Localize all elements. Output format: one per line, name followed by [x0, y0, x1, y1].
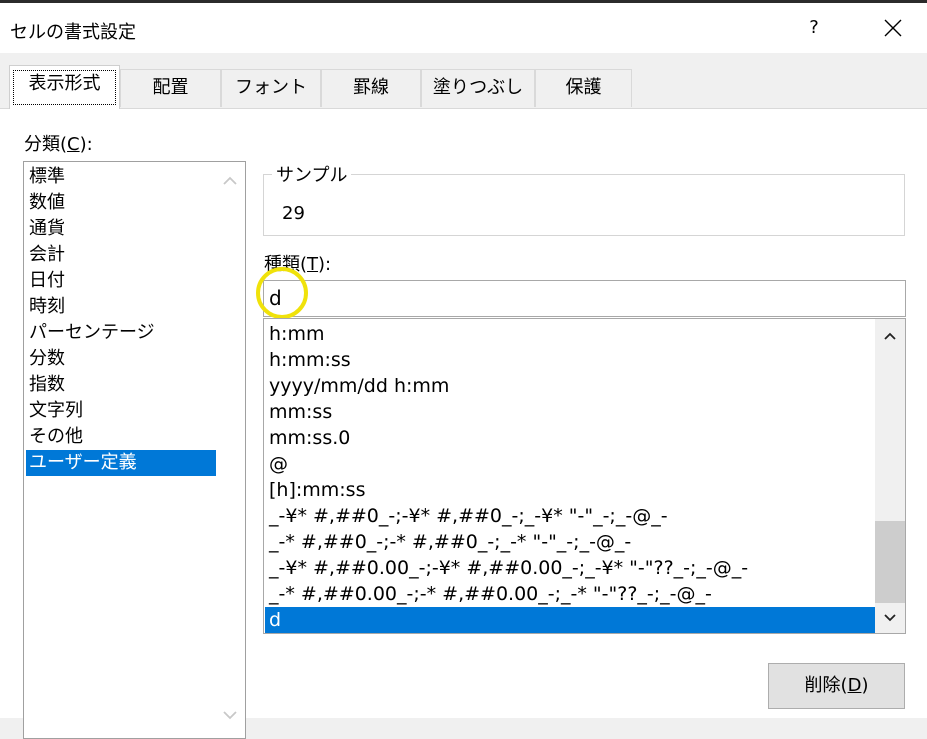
format-item[interactable]: [h]:mm:ss — [265, 477, 875, 503]
format-item[interactable]: @ — [265, 451, 875, 477]
format-item[interactable]: _-¥* #,##0.00_-;-¥* #,##0.00_-;_-¥* "-"?… — [265, 555, 875, 581]
category-item-currency[interactable]: 通貨 — [26, 216, 216, 242]
scroll-up-icon[interactable] — [883, 331, 897, 341]
tab-bar: 表示形式 配置 フォント 罫線 塗りつぶし 保護 — [0, 53, 927, 109]
tab-label: フォント — [235, 77, 307, 98]
format-item[interactable]: yyyy/mm/dd h:mm — [265, 373, 875, 399]
category-item-special[interactable]: その他 — [26, 424, 216, 450]
category-item-date[interactable]: 日付 — [26, 268, 216, 294]
format-item-selected[interactable]: d — [265, 607, 875, 633]
category-item-fraction[interactable]: 分数 — [26, 346, 216, 372]
format-item[interactable]: mm:ss — [265, 399, 875, 425]
tab-label: 罫線 — [353, 77, 389, 98]
category-item-percentage[interactable]: パーセンテージ — [26, 320, 216, 346]
category-list[interactable]: 標準 数値 通貨 会計 日付 時刻 パーセンテージ 分数 指数 文字列 その他 … — [23, 161, 246, 739]
tab-alignment[interactable]: 配置 — [120, 69, 221, 107]
category-item-standard[interactable]: 標準 — [26, 164, 216, 190]
scrollbar-thumb[interactable] — [875, 521, 905, 603]
tab-label: 保護 — [565, 77, 602, 98]
format-item[interactable]: h:mm — [265, 321, 875, 347]
category-item-custom[interactable]: ユーザー定義 — [26, 450, 216, 476]
tab-border[interactable]: 罫線 — [321, 69, 421, 107]
format-item[interactable]: h:mm:ss — [265, 347, 875, 373]
tab-fill[interactable]: 塗りつぶし — [421, 69, 535, 107]
category-label: 分類(C): — [24, 134, 93, 155]
help-button[interactable]: ? — [795, 8, 833, 48]
tab-number-format[interactable]: 表示形式 — [9, 65, 120, 109]
close-button[interactable] — [868, 8, 918, 48]
scroll-up-icon[interactable] — [222, 174, 238, 188]
sample-group: サンプル 29 — [263, 161, 905, 236]
category-item-number[interactable]: 数値 — [26, 190, 216, 216]
tab-focus-ring — [13, 70, 116, 105]
category-item-text[interactable]: 文字列 — [26, 398, 216, 424]
tab-panel-number-format: 分類(C): 標準 数値 通貨 会計 日付 時刻 パーセンテージ 分数 指数 文… — [0, 108, 927, 739]
format-item[interactable]: _-¥* #,##0_-;-¥* #,##0_-;_-¥* "-"_-;_-@_… — [265, 503, 875, 529]
tab-label: 配置 — [152, 77, 189, 98]
category-item-time[interactable]: 時刻 — [26, 294, 216, 320]
sample-label: サンプル — [272, 161, 352, 187]
format-list[interactable]: h:mm h:mm:ss yyyy/mm/dd h:mm mm:ss mm:ss… — [263, 318, 906, 634]
delete-button[interactable]: 削除(D) — [768, 663, 905, 709]
sample-value: 29 — [282, 203, 305, 224]
tab-label: 塗りつぶし — [432, 77, 524, 98]
dialog-title: セルの書式設定 — [10, 22, 136, 43]
close-icon — [884, 19, 902, 37]
type-label: 種類(T): — [264, 254, 332, 275]
scroll-down-icon[interactable] — [883, 613, 897, 623]
type-input[interactable]: d — [263, 280, 906, 317]
scroll-down-icon[interactable] — [222, 708, 238, 722]
format-item[interactable]: _-* #,##0_-;-* #,##0_-;_-* "-"_-;_-@_- — [265, 529, 875, 555]
category-item-scientific[interactable]: 指数 — [26, 372, 216, 398]
category-item-accounting[interactable]: 会計 — [26, 242, 216, 268]
format-item[interactable]: _-* #,##0.00_-;-* #,##0.00_-;_-* "-"??_-… — [265, 581, 875, 607]
tab-font[interactable]: フォント — [221, 69, 321, 107]
tab-protection[interactable]: 保護 — [535, 69, 632, 107]
title-bar: セルの書式設定 ? — [0, 3, 927, 53]
format-item[interactable]: mm:ss.0 — [265, 425, 875, 451]
format-list-scrollbar[interactable] — [875, 319, 905, 633]
